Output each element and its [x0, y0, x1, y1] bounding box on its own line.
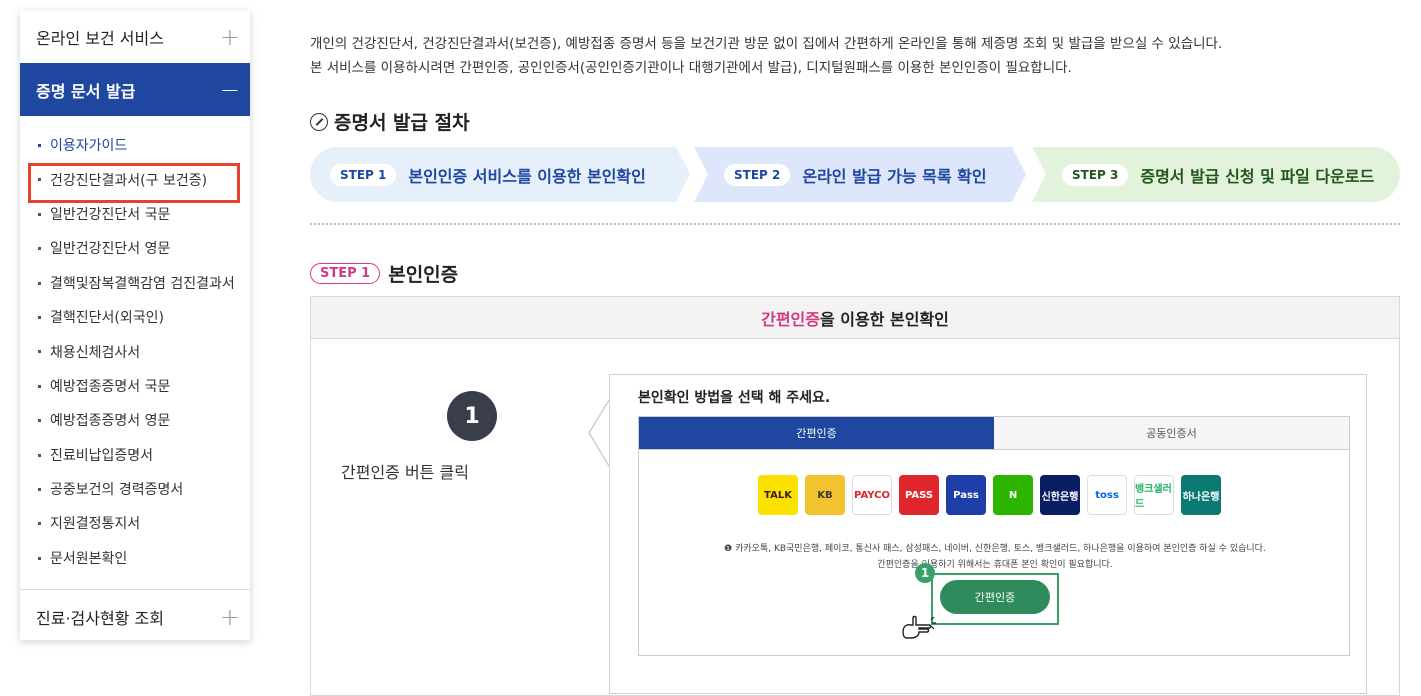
auth-note-line: 간편인증을 이용하기 위해서는 휴대폰 본인 확인이 필요합니다.	[877, 560, 1113, 570]
step-3: STEP 3 증명서 발급 신청 및 파일 다운로드	[1032, 147, 1400, 202]
panel-header: 간편인증 을 이용한 본인확인	[311, 297, 1399, 339]
menu-label: 온라인 보건 서비스	[36, 28, 164, 48]
submenu-item-public-doctor[interactable]: 공중보건의 경력증명서	[20, 472, 250, 506]
provider-logo-icon[interactable]: PASS	[899, 475, 939, 515]
provider-logo-icon[interactable]: 신한은행	[1040, 475, 1080, 515]
step1-panel: 간편인증 을 이용한 본인확인 1 간편인증 버튼 클릭 본인확인 방법을 선택…	[310, 296, 1400, 696]
auth-screen-mock: 본인확인 방법을 선택 해 주세요. 간편인증 공동인증서 TALK KB PAYC…	[609, 374, 1367, 694]
provider-logo-icon[interactable]: 하나은행	[1181, 475, 1221, 515]
submenu-item-health-cert[interactable]: 건강진단결과서(구 보건증)	[20, 162, 250, 204]
dotted-divider	[310, 223, 1400, 225]
provider-logo-icon[interactable]: N	[993, 475, 1033, 515]
step-bar: STEP 1 본인인증 서비스를 이용한 본인확인 STEP 2 온라인 발급 …	[310, 147, 1400, 202]
submenu-label: 공중보건의 경력증명서	[50, 482, 184, 499]
step1-title: 본인인증	[388, 264, 459, 286]
provider-logo-icon[interactable]: TALK	[758, 475, 798, 515]
submenu-label: 결핵진단서(외국인)	[50, 310, 164, 327]
panel-header-text: 을 이용한 본인확인	[819, 309, 949, 329]
submenu-item-employment-exam[interactable]: 채용신체검사서	[20, 334, 250, 368]
submenu-label: 예방접종증명서 영문	[50, 413, 171, 430]
provider-list: TALK KB PAYCO PASS Pass N 신한은행 toss 뱅크샐러드 하나은행	[758, 475, 1221, 515]
plus-icon: +	[219, 22, 240, 51]
step-badge: STEP 2	[724, 163, 791, 186]
submenu-label: 채용신체검사서	[50, 344, 141, 361]
menu-online-health-service[interactable]: 온라인 보건 서비스 +	[20, 10, 250, 63]
intro-line: 본 서비스를 이용하시려면 간편인증, 공인인증서(공인인증기관이나 대행기관에…	[310, 60, 1072, 76]
submenu-item-support-notice[interactable]: 지원결정통지서	[20, 506, 250, 540]
submenu-label: 예방접종증명서 국문	[50, 378, 171, 395]
submenu-label: 지원결정통지서	[50, 516, 141, 533]
panel-header-highlight: 간편인증	[761, 309, 820, 329]
submenu-item-general-en[interactable]: 일반건강진단서 영문	[20, 231, 250, 265]
submenu-label: 건강진단결과서(구 보건증)	[50, 172, 208, 189]
provider-logo-icon[interactable]: KB	[805, 475, 845, 515]
step-label: 온라인 발급 가능 목록 확인	[802, 166, 987, 186]
submenu-item-medical-fee[interactable]: 진료비납입증명서	[20, 438, 250, 472]
submenu: 이용자가이드 건강진단결과서(구 보건증) 일반건강진단서 국문 일반건강진단서…	[20, 116, 250, 591]
step-label: 본인인증 서비스를 이용한 본인확인	[408, 166, 646, 186]
provider-logo-icon[interactable]: 뱅크샐러드	[1134, 475, 1174, 515]
submenu-label: 문서원본확인	[50, 550, 128, 567]
submenu-label: 결핵및잠복결핵감염 검진결과서	[50, 275, 235, 292]
auth-note-line: ❶ 카카오톡, KB국민은행, 페이코, 통신사 패스, 삼성패스, 네이버, …	[724, 544, 1266, 554]
provider-logo-icon[interactable]: Pass	[946, 475, 986, 515]
step-label: 증명서 발급 신청 및 파일 다운로드	[1140, 166, 1375, 186]
auth-button-highlight: 간편인증	[931, 573, 1059, 625]
auth-note: ❶ 카카오톡, KB국민은행, 페이코, 통신사 패스, 삼성패스, 네이버, …	[639, 541, 1351, 573]
submenu-item-general-ko[interactable]: 일반건강진단서 국문	[20, 197, 250, 231]
minus-icon: −	[219, 75, 240, 104]
submenu-label: 일반건강진단서 영문	[50, 241, 171, 258]
intro-line: 개인의 건강진단서, 건강진단결과서(보건증), 예방접종 증명서 등을 보건기…	[310, 36, 1223, 52]
step-2: STEP 2 온라인 발급 가능 목록 확인	[694, 147, 1026, 202]
simple-auth-button[interactable]: 간편인증	[940, 580, 1050, 614]
procedure-title-text: 증명서 발급 절차	[334, 112, 470, 134]
mock-body: TALK KB PAYCO PASS Pass N 신한은행 toss 뱅크샐러드 하나은행 ❶ …	[638, 450, 1350, 656]
plus-icon: +	[219, 602, 240, 631]
provider-logo-icon[interactable]: toss	[1087, 475, 1127, 515]
submenu-label: 진료비납입증명서	[50, 447, 154, 464]
submenu-item-tb-foreign[interactable]: 결핵진단서(외국인)	[20, 300, 250, 334]
submenu-item-tb-result[interactable]: 결핵및잠복결핵감염 검진결과서	[20, 266, 250, 300]
intro-text: 개인의 건강진단서, 건강진단결과서(보건증), 예방접종 증명서 등을 보건기…	[310, 32, 1310, 80]
submenu-item-user-guide[interactable]: 이용자가이드	[20, 128, 250, 162]
submenu-item-doc-verify[interactable]: 문서원본확인	[20, 541, 250, 575]
auth-tabs: 간편인증 공동인증서	[638, 416, 1350, 450]
menu-label: 진료·검사현황 조회	[36, 608, 164, 628]
step-badge: STEP 1	[330, 163, 397, 186]
step-badge: STEP 3	[1062, 163, 1129, 186]
menu-cert-issue[interactable]: 증명 문서 발급 −	[20, 63, 250, 116]
tab-joint-cert[interactable]: 공동인증서	[994, 417, 1349, 449]
step-number-badge: 1	[447, 391, 497, 441]
provider-logo-icon[interactable]: PAYCO	[852, 475, 892, 515]
submenu-label: 일반건강진단서 국문	[50, 206, 171, 223]
pointing-hand-icon	[902, 615, 936, 639]
menu-label: 증명 문서 발급	[36, 81, 136, 101]
mock-title: 본인확인 방법을 선택 해 주세요.	[638, 390, 831, 406]
callout-pointer-inner	[590, 398, 611, 468]
submenu-label: 이용자가이드	[50, 138, 128, 155]
submenu-item-vaccine-en[interactable]: 예방접종증명서 영문	[20, 403, 250, 437]
pen-icon	[310, 112, 328, 131]
sidebar: 온라인 보건 서비스 + 증명 문서 발급 − 이용자가이드 건강진단결과서(구…	[20, 10, 250, 640]
tab-simple-auth[interactable]: 간편인증	[639, 417, 994, 449]
submenu-item-vaccine-ko[interactable]: 예방접종증명서 국문	[20, 369, 250, 403]
step-1: STEP 1 본인인증 서비스를 이용한 본인확인	[310, 147, 690, 202]
step1-badge: STEP 1	[310, 263, 381, 284]
step1-heading: STEP 1 본인인증	[310, 260, 458, 287]
procedure-title: 증명서 발급 절차	[310, 108, 470, 135]
instruction-text: 간편인증 버튼 클릭	[341, 463, 469, 482]
menu-medical-status[interactable]: 진료·검사현황 조회 +	[20, 590, 250, 643]
